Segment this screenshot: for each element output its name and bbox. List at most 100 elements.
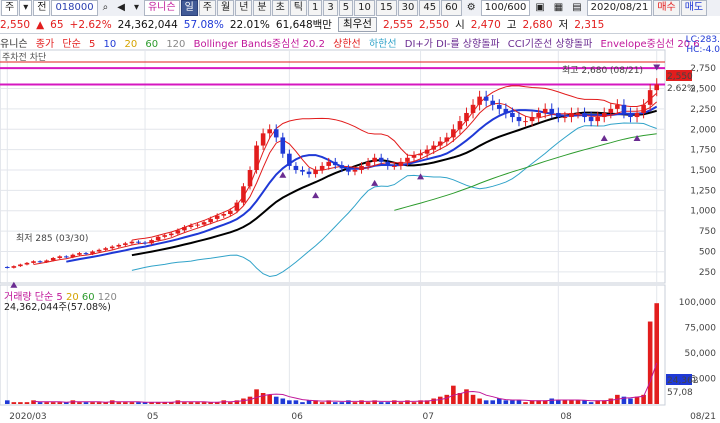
volume-bar [319, 402, 325, 404]
x-tick-label: 07 [423, 412, 434, 422]
current-pct-tag-text: 2.62% [667, 84, 696, 94]
candle-body [457, 121, 463, 130]
volume-bar [50, 402, 56, 404]
price-axis: 2,7502,5002,2502,0001,7501,5001,2501,000… [690, 64, 716, 278]
candle-body [306, 171, 312, 175]
volume-bar [346, 400, 351, 404]
volume-bar [31, 400, 36, 404]
candle-body [162, 235, 168, 237]
price-tick-label: 1,250 [690, 186, 716, 196]
candle-body [339, 165, 345, 169]
price-tick-label: 2,250 [690, 105, 716, 115]
volume-tick-label: 50,000 [685, 349, 717, 359]
candle-body [77, 253, 82, 255]
volume-bar [411, 402, 417, 404]
legend-stock-name[interactable]: 유니슨 [0, 39, 28, 49]
volume-bar [496, 398, 502, 404]
candle-body [326, 161, 332, 166]
legend-ma120[interactable]: 120 [166, 39, 185, 49]
legend-bollinger[interactable]: Bollinger Bands중심선 20.2 [194, 39, 325, 49]
legend-sma[interactable]: 단순 [62, 39, 80, 49]
legend-ma60[interactable]: 60 [145, 39, 158, 49]
candle-body [214, 215, 220, 219]
candle-body [464, 112, 469, 122]
candle-body [556, 112, 561, 118]
candle-body [332, 161, 338, 166]
candle-body [575, 112, 581, 114]
candle-body [228, 210, 233, 214]
legend-ma10[interactable]: 10 [104, 39, 117, 49]
stock-chart[interactable]: 2,7502,5002,2502,0001,7501,5001,2501,000… [0, 0, 720, 423]
candle-body [208, 218, 213, 223]
candle-body [392, 165, 397, 167]
candle-body [634, 112, 640, 118]
candle-body [365, 161, 371, 166]
volume-bar [457, 393, 463, 404]
candle-body [136, 241, 141, 243]
volume-bar [129, 402, 135, 404]
volume-tick-label: 100,000 [679, 298, 716, 308]
price-tick-label: 1,000 [690, 207, 716, 217]
candle-body [168, 233, 174, 236]
volume-bar [90, 402, 95, 404]
volume-bar [437, 396, 443, 404]
legend-upper[interactable]: 상한선 [333, 39, 361, 49]
price-tick-label: 500 [699, 247, 716, 257]
candle-body [628, 112, 633, 118]
candle-body [103, 248, 108, 250]
high-annotation: 최고 2,680 (08/21) [562, 65, 643, 76]
candle-body [116, 244, 122, 247]
volume-value: 24,362,044주(57.08%) [4, 302, 111, 313]
volume-bar [280, 398, 286, 404]
candle-body [201, 222, 207, 225]
volume-bar [273, 396, 279, 404]
candle-body [398, 161, 404, 166]
candle-body [582, 112, 587, 118]
candle-body [123, 243, 128, 245]
x-tick-label: 08/21 [690, 412, 716, 422]
legend-ma20[interactable]: 20 [124, 39, 137, 49]
legend-close[interactable]: 종가 [36, 39, 54, 49]
candle-body [234, 202, 240, 211]
volume-bar [37, 402, 43, 404]
volume-bar [57, 402, 63, 404]
candle-body [418, 153, 423, 156]
volume-bar [385, 402, 391, 404]
legend-lower[interactable]: 하한선 [369, 39, 397, 49]
volume-ma5-line [33, 362, 658, 403]
candle-body [182, 227, 187, 231]
x-tick-label: 08 [560, 412, 572, 422]
volume-bar [392, 400, 397, 404]
candle-body [96, 249, 102, 252]
signal-up-arrow-icon [371, 179, 379, 186]
volume-bar [588, 402, 594, 404]
signal-up-arrow-icon [312, 192, 320, 199]
candle-body [254, 145, 259, 170]
candle-body [129, 241, 135, 244]
candle-body [319, 165, 325, 170]
volume-bar [188, 402, 194, 404]
volume-bars [4, 303, 660, 404]
legend-dmi[interactable]: DI+가 DI-를 상향돌파 [405, 39, 500, 49]
candle-body [175, 230, 181, 234]
x-axis: 2020/03 05 06 07 08 08/21 [9, 412, 716, 422]
volume-bar [654, 303, 660, 404]
candle-body [90, 251, 95, 254]
legend-ma5[interactable]: 5 [89, 39, 95, 49]
candle-body [37, 261, 43, 263]
legend-cci[interactable]: CCI기준선 상향돌파 [508, 39, 593, 49]
signal-up-arrow-icon [279, 171, 287, 178]
ma20-line [131, 109, 657, 257]
volume-bar [483, 400, 489, 404]
candle-body [11, 266, 17, 268]
candle-body [437, 141, 443, 146]
candle-body [188, 225, 194, 228]
candle-body [300, 170, 305, 172]
candle-body [470, 104, 476, 113]
ma5-line [33, 101, 658, 265]
candle-body [273, 129, 279, 138]
candle-body [477, 96, 482, 105]
x-tick-label: 05 [147, 412, 158, 422]
volume-bar [628, 398, 633, 404]
candle-body [549, 108, 555, 113]
